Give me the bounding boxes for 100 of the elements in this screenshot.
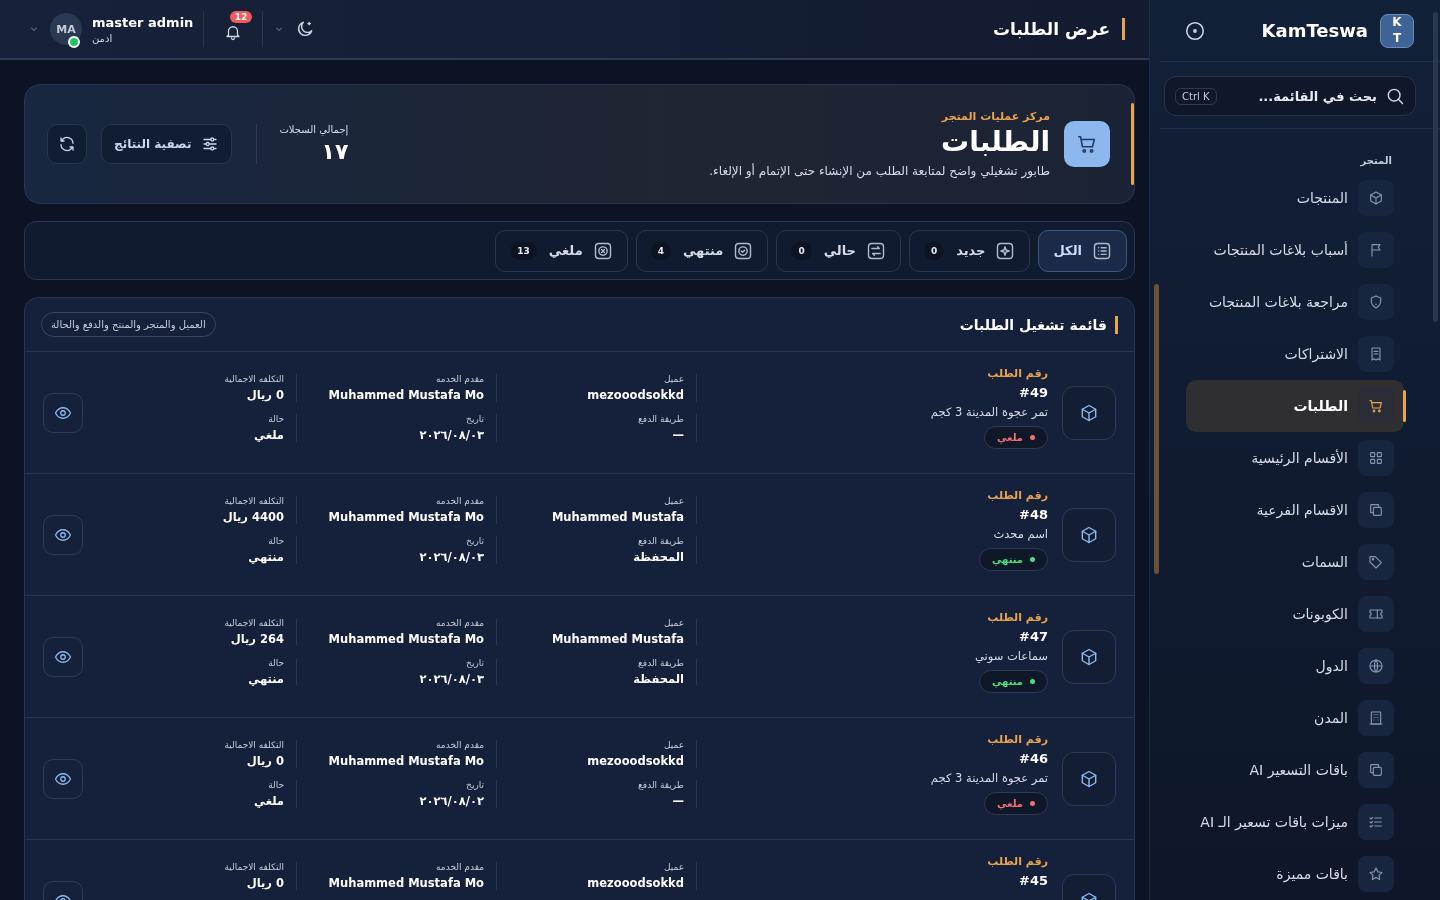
- view-button[interactable]: [43, 514, 83, 555]
- field-label: طريقة الدفع: [638, 414, 684, 424]
- sidebar-item[interactable]: السمات: [1186, 536, 1404, 588]
- sidebar-item[interactable]: أسباب بلاغات المنتجات: [1186, 224, 1404, 276]
- product-name: اسم محدث: [993, 527, 1048, 541]
- page-description: طابور تشغيلي واضح لمتابعة الطلب من الإنشاء حتى الإتمام أو الإلغاء.: [708, 164, 1050, 178]
- sidebar-item[interactable]: باقات التسعير AI: [1186, 744, 1404, 796]
- sliders-icon: [201, 135, 220, 153]
- copy-icon: [1368, 762, 1384, 778]
- sidebar-item[interactable]: الطلبات: [1186, 380, 1404, 432]
- field-value: 264 ريال: [230, 632, 284, 646]
- order-number-label: رقم الطلب: [987, 733, 1048, 746]
- sidebar-toggle-icon: [1184, 19, 1206, 42]
- refresh-button[interactable]: [47, 124, 87, 164]
- field-value: ملغي: [254, 428, 284, 442]
- panel-title: قائمة تشغيل الطلبات: [215, 315, 1118, 334]
- field-value: 0 ريال: [246, 876, 284, 890]
- sidebar-item[interactable]: باقات مميزة: [1186, 848, 1404, 900]
- field-label: تاريخ: [466, 780, 484, 790]
- field-label: عميل: [663, 740, 684, 750]
- copy-icon: [1368, 502, 1384, 518]
- order-number: #48: [1019, 507, 1048, 522]
- order-number-label: رقم الطلب: [987, 367, 1048, 380]
- field-value: Muhammed Mustafa Mo: [328, 510, 484, 524]
- order-number: #46: [1019, 751, 1048, 766]
- filter-button[interactable]: تصفية النتائج: [101, 124, 233, 164]
- view-button[interactable]: [43, 758, 83, 799]
- field-value: ملغي: [254, 794, 284, 808]
- notification-count: 12: [229, 11, 253, 23]
- box-icon: [1079, 769, 1099, 789]
- building-icon: [1368, 710, 1384, 726]
- field-label: تاريخ: [466, 414, 484, 424]
- sidebar-item[interactable]: ميزات باقات تسعير الـ AI: [1186, 796, 1404, 848]
- sidebar-item[interactable]: الاشتراكات: [1186, 328, 1404, 380]
- field-value: Muhammed Mustafa: [551, 510, 684, 524]
- view-button[interactable]: [43, 636, 83, 677]
- globe-icon: [1368, 658, 1384, 674]
- box-icon: [1079, 403, 1099, 423]
- sidebar-item[interactable]: المدن: [1186, 692, 1404, 744]
- product-name: تمر عجوة المدينة 3 كجم: [930, 405, 1048, 419]
- field-value: —: [672, 428, 684, 442]
- product-name: تمر عجوة المدينة 3 كجم: [930, 771, 1048, 785]
- field-label: طريقة الدفع: [638, 780, 684, 790]
- sidebar-item[interactable]: الأقسام الرئيسية: [1186, 432, 1404, 484]
- order-number-label: رقم الطلب: [987, 611, 1048, 624]
- tag-icon: [1368, 554, 1384, 570]
- section-title: الطلبات: [940, 125, 1050, 158]
- shortcut-hint: Ctrl K: [1175, 87, 1217, 105]
- total-count: ١٧: [321, 139, 349, 164]
- field-label: طريقة الدفع: [638, 658, 684, 668]
- field-value: ٢٠٢٦/٠٨/٠٢: [419, 794, 484, 808]
- product-name: سماعات سوني: [975, 649, 1048, 663]
- refresh-icon: [58, 135, 76, 153]
- field-label: التكلفه الاجمالية: [224, 740, 284, 750]
- field-label: حالة: [268, 414, 284, 424]
- avatar[interactable]: MA: [50, 13, 82, 45]
- field-label: عميل: [663, 862, 684, 872]
- sidebar-item[interactable]: مراجعة بلاغات المنتجات: [1186, 276, 1404, 328]
- field-value: 4400 ريال: [222, 510, 284, 524]
- field-value: —: [672, 794, 684, 808]
- bell-icon: [224, 23, 243, 41]
- tab-count: 0: [923, 241, 945, 260]
- field-label: طريقة الدفع: [638, 536, 684, 546]
- field-label: التكلفه الاجمالية: [224, 496, 284, 506]
- field-label: تاريخ: [466, 536, 484, 546]
- search-field[interactable]: بحث في القائمة...: [1222, 87, 1379, 105]
- user-role: ادمن: [92, 32, 113, 44]
- status-tab[interactable]: الكل: [1038, 229, 1127, 272]
- ticket-icon: [1368, 606, 1384, 622]
- field-label: مقدم الخدمه: [436, 618, 484, 628]
- sidebar-item[interactable]: المنتجات: [1186, 172, 1404, 224]
- field-label: مقدم الخدمه: [436, 862, 484, 872]
- order-number-label: رقم الطلب: [987, 855, 1048, 868]
- receipt-icon: [1368, 346, 1384, 362]
- scrollbar[interactable]: [1433, 12, 1438, 322]
- field-value: Muhammed Mustafa Mo: [328, 388, 484, 402]
- field-value: mezooodsokkd: [587, 754, 684, 768]
- field-value: منتهي: [248, 550, 284, 564]
- order-number: #45: [1019, 873, 1048, 888]
- field-value: ٢٠٢٦/٠٨/٠٣: [419, 550, 484, 564]
- sidebar-item[interactable]: الكوبونات: [1186, 588, 1404, 640]
- field-value: ٢٠٢٦/٠٨/٠٣: [419, 672, 484, 686]
- field-label: التكلفه الاجمالية: [224, 374, 284, 384]
- field-label: عميل: [663, 496, 684, 506]
- view-button[interactable]: [43, 392, 83, 433]
- grid-icon: [1368, 450, 1384, 466]
- cart-icon: [1076, 133, 1098, 155]
- field-value: منتهي: [248, 672, 284, 686]
- field-label: مقدم الخدمه: [436, 496, 484, 506]
- list-icon: [1092, 240, 1112, 261]
- box-icon: [1368, 190, 1384, 206]
- checklist-icon: [1368, 814, 1384, 830]
- field-value: Muhammed Mustafa Mo: [328, 632, 484, 646]
- sidebar-item[interactable]: الاقسام الفرعية: [1186, 484, 1404, 536]
- tab-count: 4: [650, 241, 671, 260]
- scrollbar[interactable]: [1154, 284, 1159, 574]
- sidebar-item[interactable]: الدول: [1186, 640, 1404, 692]
- flag-icon: [1368, 242, 1384, 258]
- field-value: mezooodsokkd: [587, 876, 684, 890]
- field-value: المحفظة: [633, 672, 684, 686]
